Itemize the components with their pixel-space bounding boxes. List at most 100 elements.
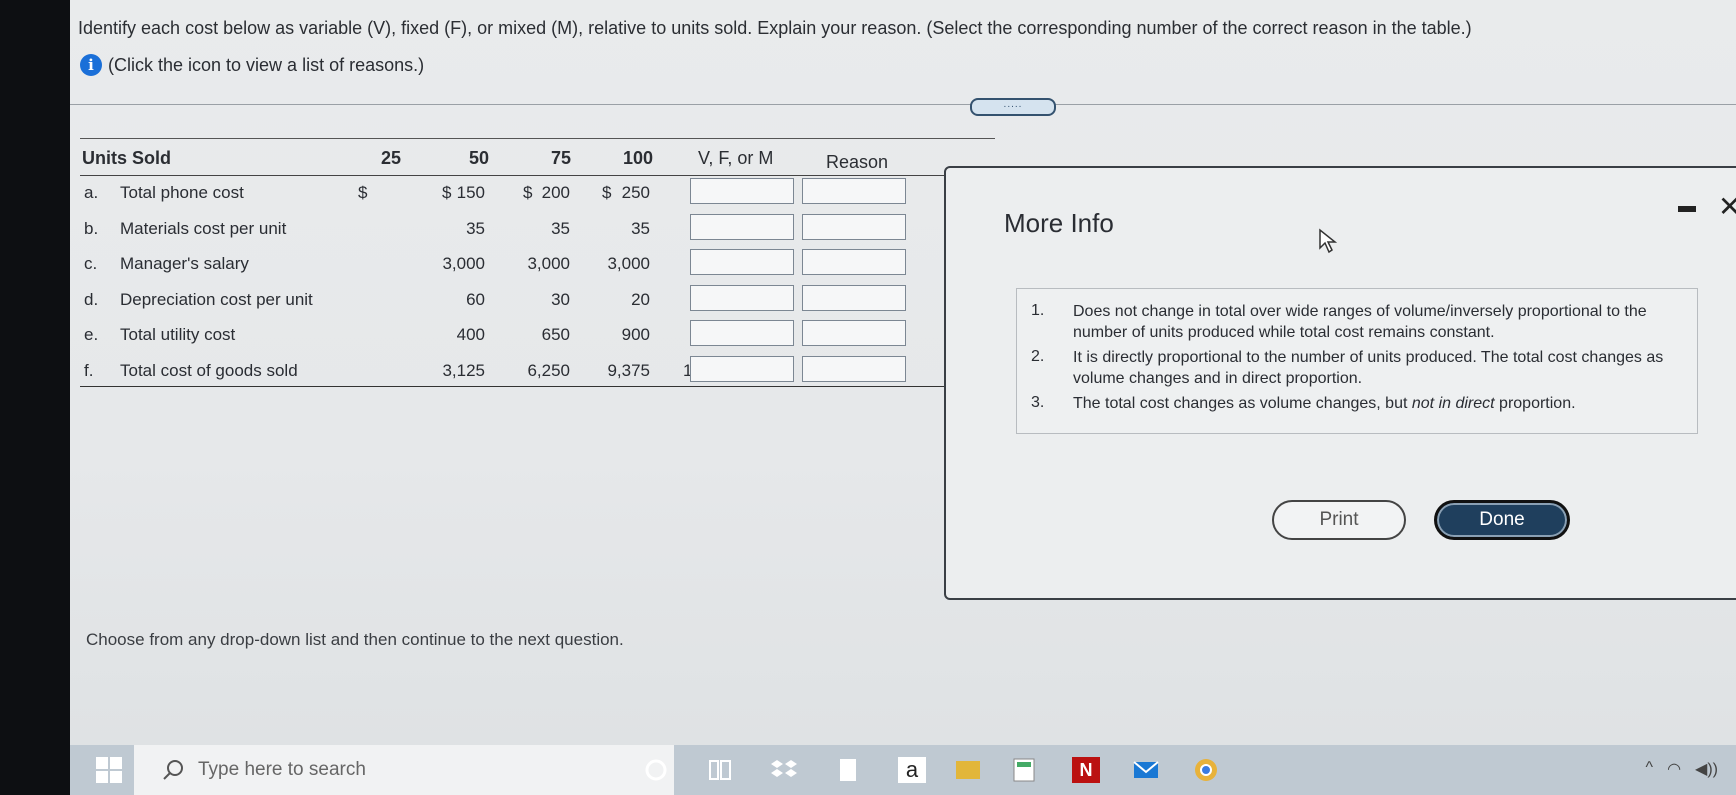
- table-row: e.Total utility cost4006509001,150: [80, 320, 995, 354]
- row-label: Manager's salary: [120, 254, 249, 273]
- value-50: 200: [541, 183, 570, 202]
- reason-dropdown[interactable]: [802, 178, 906, 204]
- section-divider: [70, 104, 1736, 105]
- reason-dropdown[interactable]: [802, 213, 906, 240]
- file-icon[interactable]: [834, 757, 862, 783]
- chevron-up-icon[interactable]: ^: [1646, 759, 1654, 779]
- value-25: 60: [466, 289, 485, 309]
- row-letter: a.: [84, 183, 99, 202]
- reason-3-text-part: The total cost changes as volume changes…: [1073, 395, 1412, 412]
- task-view-icon[interactable]: [706, 757, 734, 783]
- search-icon: [163, 760, 183, 780]
- reason-3-text: The total cost changes as volume changes…: [1073, 393, 1673, 414]
- print-button[interactable]: Print: [1272, 500, 1406, 540]
- vfm-dropdown[interactable]: [690, 320, 794, 346]
- reason-2-number: 2.: [1031, 348, 1045, 365]
- expand-handle[interactable]: .....: [970, 98, 1056, 116]
- value-50: 30: [551, 289, 570, 309]
- value-25: 400: [456, 325, 485, 344]
- value-75: 20: [631, 289, 650, 309]
- value-50: 650: [541, 325, 570, 344]
- footer-message: Choose from any drop-down list and then …: [86, 630, 624, 649]
- dollar-50: $: [442, 183, 452, 202]
- wifi-icon[interactable]: ◠: [1667, 759, 1681, 779]
- windows-start-icon[interactable]: [96, 757, 122, 783]
- more-info-dialog: More Info ✕ 1. Does not change in total …: [944, 166, 1736, 600]
- amazon-icon[interactable]: a: [898, 757, 926, 783]
- reason-3-text-end: proportion.: [1494, 395, 1576, 412]
- value-75: 250: [621, 183, 650, 202]
- row-letter: b.: [84, 218, 99, 238]
- reason-3-number: 3.: [1031, 394, 1045, 411]
- table-row: b.Materials cost per unit35353535: [80, 213, 995, 248]
- value-25: 35: [466, 218, 485, 238]
- question-text: Identify each cost below as variable (V)…: [78, 18, 1472, 38]
- browser-content: Identify each cost below as variable (V)…: [70, 0, 1736, 745]
- table-row: c.Manager's salary3,0003,0003,0003,000: [80, 249, 995, 283]
- row-label: Depreciation cost per unit: [120, 289, 313, 309]
- row-label: Total utility cost: [120, 325, 236, 344]
- table-top-rule: [80, 138, 995, 139]
- header-25: 25: [381, 148, 402, 168]
- photos-icon[interactable]: [954, 757, 982, 783]
- value-25: 150: [456, 183, 485, 202]
- header-50: 50: [469, 148, 490, 168]
- reason-1-text: Does not change in total over wide range…: [1073, 303, 1647, 341]
- reason-dropdown[interactable]: [802, 249, 906, 275]
- value-50: 35: [551, 218, 570, 238]
- value-75: 9,375: [607, 360, 650, 380]
- header-vfm: V, F, or M: [698, 148, 774, 168]
- reason-dropdown[interactable]: [802, 320, 906, 346]
- hint-row: i (Click the icon to view a list of reas…: [80, 54, 424, 76]
- taskbar: Type here to search a N ^ ◠ ◀)): [70, 745, 1736, 795]
- reason-1-number: 1.: [1031, 302, 1045, 319]
- minimize-icon[interactable]: [1678, 206, 1696, 212]
- dropbox-icon[interactable]: [770, 757, 798, 783]
- row-letter: f.: [84, 360, 94, 380]
- info-icon[interactable]: i: [80, 54, 102, 76]
- value-25: 3,125: [442, 360, 485, 380]
- row-label: Total phone cost: [120, 183, 244, 202]
- row-letter: e.: [84, 325, 99, 344]
- mail-icon[interactable]: [1132, 757, 1160, 783]
- value-75: 3,000: [607, 254, 650, 273]
- cortana-icon[interactable]: [642, 757, 670, 783]
- table-row: d.Depreciation cost per unit60302015: [80, 284, 995, 319]
- chrome-icon[interactable]: [1192, 757, 1220, 783]
- vfm-dropdown[interactable]: [690, 178, 794, 204]
- done-button[interactable]: Done: [1434, 500, 1570, 540]
- system-tray: ^ ◠ ◀)): [1646, 759, 1718, 779]
- table-row: f. Total cost of goods sold 3,125 6,250 9,37…: [80, 355, 995, 390]
- reasons-list: 1. Does not change in total over wide ra…: [1016, 288, 1698, 434]
- volume-icon[interactable]: ◀)): [1695, 759, 1718, 779]
- dialog-title: More Info: [1004, 208, 1114, 238]
- value-75: 900: [621, 325, 650, 344]
- row-letter: d.: [84, 289, 99, 309]
- value-50: 6,250: [527, 360, 570, 380]
- value-50: 3,000: [527, 254, 570, 273]
- table-row: a.Total phone cost150200250300$$$$: [80, 178, 995, 212]
- hint-text: (Click the icon to view a list of reason…: [108, 54, 425, 75]
- value-25: 3,000: [442, 254, 485, 273]
- header-reason: Reason: [826, 152, 889, 172]
- dollar-100: $: [602, 183, 612, 202]
- close-icon[interactable]: ✕: [1718, 190, 1736, 223]
- vfm-dropdown[interactable]: [690, 213, 794, 240]
- netflix-icon[interactable]: N: [1072, 757, 1100, 783]
- reason-dropdown[interactable]: [802, 355, 906, 382]
- row-label: Total cost of goods sold: [120, 360, 298, 380]
- reason-dropdown[interactable]: [802, 284, 906, 311]
- table-bottom-rule: [80, 386, 995, 387]
- vfm-dropdown[interactable]: [690, 355, 794, 382]
- reason-3-emphasis: not in direct: [1411, 395, 1495, 412]
- header-100: 100: [623, 148, 654, 168]
- vfm-dropdown[interactable]: [690, 249, 794, 275]
- mouse-cursor-icon: [1319, 228, 1338, 254]
- dollar-75: $: [523, 183, 533, 202]
- reason-2-text: It is directly proportional to the numbe…: [1073, 349, 1664, 387]
- vfm-dropdown[interactable]: [690, 284, 794, 311]
- taskbar-search[interactable]: Type here to search: [134, 745, 674, 795]
- header-units-sold: Units Sold: [82, 148, 171, 168]
- row-letter: c.: [84, 254, 98, 273]
- calculator-icon[interactable]: [1010, 757, 1038, 783]
